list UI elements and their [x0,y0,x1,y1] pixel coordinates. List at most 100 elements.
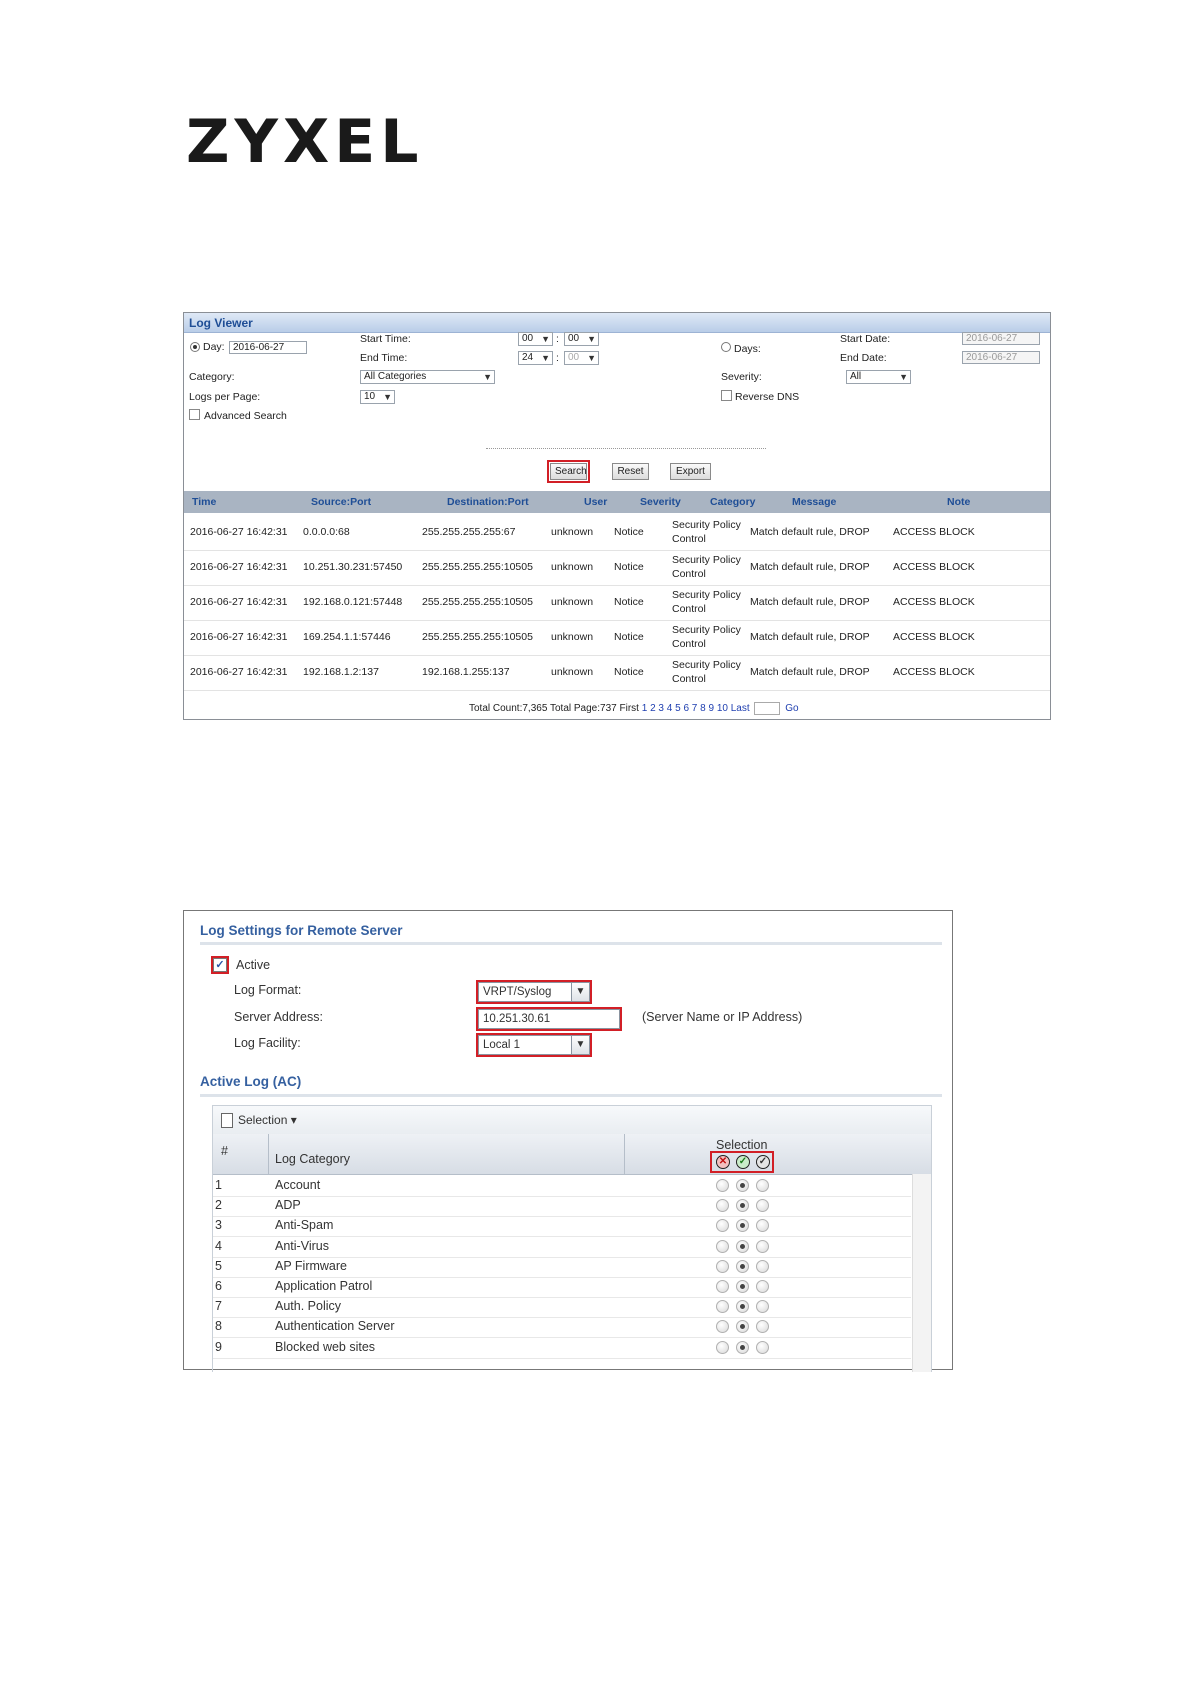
disable-all-icon[interactable]: ✕ [716,1155,730,1169]
active-log-title: Active Log (AC) [200,1074,302,1089]
enable-debug-radio[interactable] [756,1199,769,1213]
enable-debug-radio[interactable] [756,1280,769,1293]
log-format-select[interactable]: VRPT/Syslog ▼ [476,980,592,1004]
start-hour-select[interactable]: 00 ▼ [518,332,553,346]
row-category: Security Policy Control [672,624,741,650]
col-source[interactable]: Source:Port [311,496,371,508]
row-time: 2016-06-27 16:42:31 [190,596,288,608]
selection-menu[interactable]: Selection ▾ [238,1113,297,1127]
enable-debug-all-icon[interactable]: ✓ [756,1155,770,1169]
end-minute-select: 00 ▼ [564,351,599,365]
enable-normal-radio[interactable] [736,1340,749,1354]
enable-normal-radio[interactable] [736,1179,749,1192]
chevron-down-icon: ▼ [383,392,392,402]
enable-debug-radio[interactable] [756,1239,769,1253]
row-number: 2 [215,1198,222,1213]
disable-radio[interactable] [716,1340,729,1354]
disable-radio[interactable] [716,1300,729,1314]
page-link[interactable]: 3 [658,703,664,714]
col-message[interactable]: Message [792,496,836,508]
page-link[interactable]: 6 [683,703,689,714]
col-log-category: Log Category [275,1152,351,1166]
day-radio[interactable] [190,342,200,352]
advanced-search-checkbox[interactable] [189,409,200,420]
disable-radio[interactable] [716,1280,729,1293]
row-category-name: Anti-Spam [275,1218,334,1233]
log-facility-label: Log Facility: [234,1036,301,1050]
list-item: 1 Account [213,1175,911,1197]
log-settings-panel: Log Settings for Remote Server ✓ Active … [183,910,953,1372]
log-row[interactable]: 2016-06-27 16:42:31 10.251.30.231:57450 25… [184,548,1050,586]
reset-button[interactable]: Reset [612,463,649,480]
category-select[interactable]: All Categories ▼ [360,370,495,384]
page-link[interactable]: 7 [692,703,698,714]
row-time: 2016-06-27 16:42:31 [190,561,288,573]
log-format-label: Log Format: [234,983,302,997]
row-user: unknown [551,526,594,538]
log-row[interactable]: 2016-06-27 16:42:31 0.0.0.0:68 255.255.255… [184,513,1050,551]
disable-radio[interactable] [716,1179,729,1192]
disable-radio[interactable] [716,1219,729,1233]
enable-normal-radio[interactable] [736,1259,749,1273]
log-row[interactable]: 2016-06-27 16:42:31 169.254.1.1:57446 255.… [184,618,1050,656]
chevron-down-icon: ▼ [899,372,908,382]
page-link[interactable]: 9 [708,703,714,714]
enable-debug-radio[interactable] [756,1179,769,1192]
log-row[interactable]: 2016-06-27 16:42:31 192.168.0.121:57448 25… [184,583,1050,621]
reverse-dns-checkbox[interactable] [721,390,732,401]
logs-per-page-select[interactable]: 10 ▼ [360,390,395,404]
section-divider [200,1094,942,1097]
start-minute-select[interactable]: 00 ▼ [564,332,599,346]
page-link[interactable]: 5 [675,703,681,714]
log-facility-select[interactable]: Local 1 ▼ [476,1033,592,1057]
enable-normal-radio[interactable] [736,1219,749,1233]
enable-debug-radio[interactable] [756,1320,769,1334]
search-button[interactable]: Search [547,460,590,483]
row-message: Match default rule, DROP [750,596,870,608]
row-source: 10.251.30.231:57450 [303,561,403,573]
col-time[interactable]: Time [192,496,216,508]
enable-normal-radio[interactable] [736,1280,749,1293]
col-destination[interactable]: Destination:Port [447,496,529,508]
page-link[interactable]: 10 [717,703,728,714]
enable-debug-radio[interactable] [756,1340,769,1354]
enable-debug-radio[interactable] [756,1259,769,1273]
col-user[interactable]: User [584,496,607,508]
server-address-hint: (Server Name or IP Address) [642,1010,803,1024]
page-link[interactable]: 2 [650,703,656,714]
last-page-link[interactable]: Last [731,703,750,714]
days-radio[interactable] [721,342,731,352]
col-severity[interactable]: Severity [640,496,681,508]
enable-normal-all-icon[interactable]: ✓ [736,1155,750,1169]
page-link[interactable]: 8 [700,703,706,714]
end-hour-select[interactable]: 24 ▼ [518,351,553,365]
enable-debug-radio[interactable] [756,1300,769,1314]
enable-debug-radio[interactable] [756,1219,769,1233]
col-note[interactable]: Note [947,496,970,508]
disable-radio[interactable] [716,1259,729,1273]
enable-normal-radio[interactable] [736,1320,749,1334]
server-address-input[interactable]: 10.251.30.61 [476,1007,622,1031]
go-page-input[interactable] [754,702,781,715]
enable-normal-radio[interactable] [736,1300,749,1314]
reverse-dns-label: Reverse DNS [735,391,800,403]
page-link[interactable]: 1 [642,703,648,714]
table-scrollbar[interactable] [912,1174,931,1372]
col-category[interactable]: Category [710,496,756,508]
remote-server-title: Log Settings for Remote Server [200,923,403,938]
enable-normal-radio[interactable] [736,1199,749,1213]
export-button[interactable]: Export [670,463,711,480]
severity-select[interactable]: All ▼ [846,370,911,384]
disable-radio[interactable] [716,1320,729,1334]
go-link[interactable]: Go [785,703,798,714]
row-severity: Notice [614,631,644,643]
day-input[interactable]: 2016-06-27 [229,341,307,354]
active-checkbox[interactable]: ✓ [211,956,229,974]
page-link[interactable]: 4 [667,703,673,714]
row-user: unknown [551,631,594,643]
log-row[interactable]: 2016-06-27 16:42:31 192.168.1.2:137 192.16… [184,653,1050,691]
start-time-label: Start Time: [360,333,411,345]
disable-radio[interactable] [716,1239,729,1253]
disable-radio[interactable] [716,1199,729,1213]
enable-normal-radio[interactable] [736,1239,749,1253]
